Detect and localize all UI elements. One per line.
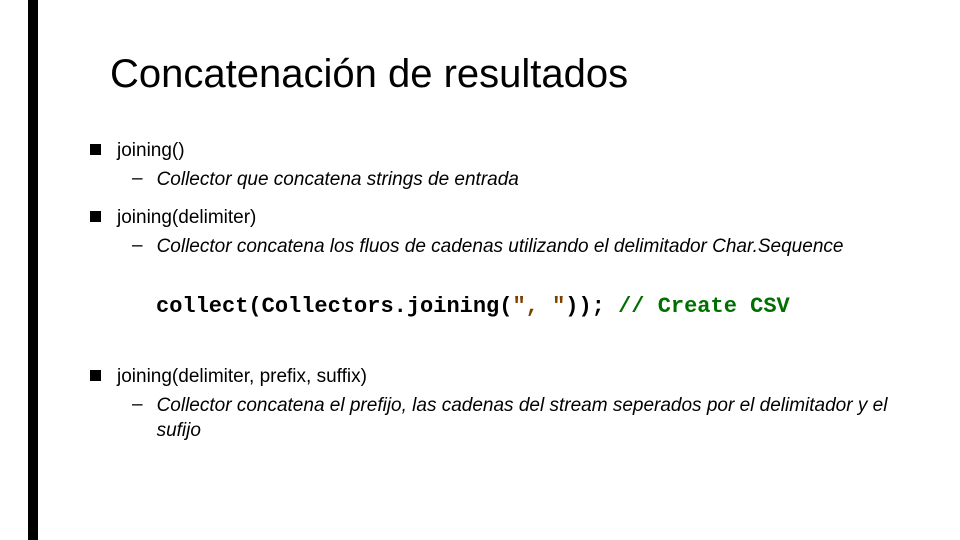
bullet-label: joining(delimiter, prefix, suffix) (117, 365, 367, 389)
square-bullet-icon (90, 144, 101, 155)
square-bullet-icon (90, 370, 101, 381)
bullet-label: joining(delimiter) (117, 206, 256, 230)
code-token: )); (565, 294, 605, 319)
list-item: joining() – Collector que concatena stri… (90, 139, 920, 192)
bullet-list: joining() – Collector que concatena stri… (90, 139, 920, 444)
list-item: – Collector concatena el prefijo, las ca… (132, 393, 920, 444)
square-bullet-icon (90, 211, 101, 222)
dash-bullet-icon: – (132, 167, 143, 191)
code-token: collect( (156, 294, 262, 319)
code-token: ( (499, 294, 512, 319)
list-item: – Collector concatena los fluos de caden… (132, 234, 920, 260)
slide-content: Concatenación de resultados joining() – … (0, 0, 960, 540)
code-token: // Create CSV (605, 294, 790, 319)
dash-bullet-icon: – (132, 234, 143, 258)
slide-title: Concatenación de resultados (110, 52, 920, 97)
code-token: ", " (512, 294, 565, 319)
code-token: Collectors.joining (262, 294, 500, 319)
bullet-label: joining() (117, 139, 185, 163)
bullet-description: Collector concatena los fluos de cadenas… (157, 234, 844, 260)
bullet-description: Collector concatena el prefijo, las cade… (157, 393, 907, 444)
list-item: joining(delimiter) – Collector concatena… (90, 206, 920, 350)
code-snippet: collect(Collectors.joining(", ")); // Cr… (146, 288, 800, 325)
bullet-description: Collector que concatena strings de entra… (157, 167, 519, 193)
list-item: – Collector que concatena strings de ent… (132, 167, 920, 193)
dash-bullet-icon: – (132, 393, 143, 417)
list-item: joining(delimiter, prefix, suffix) – Col… (90, 365, 920, 444)
